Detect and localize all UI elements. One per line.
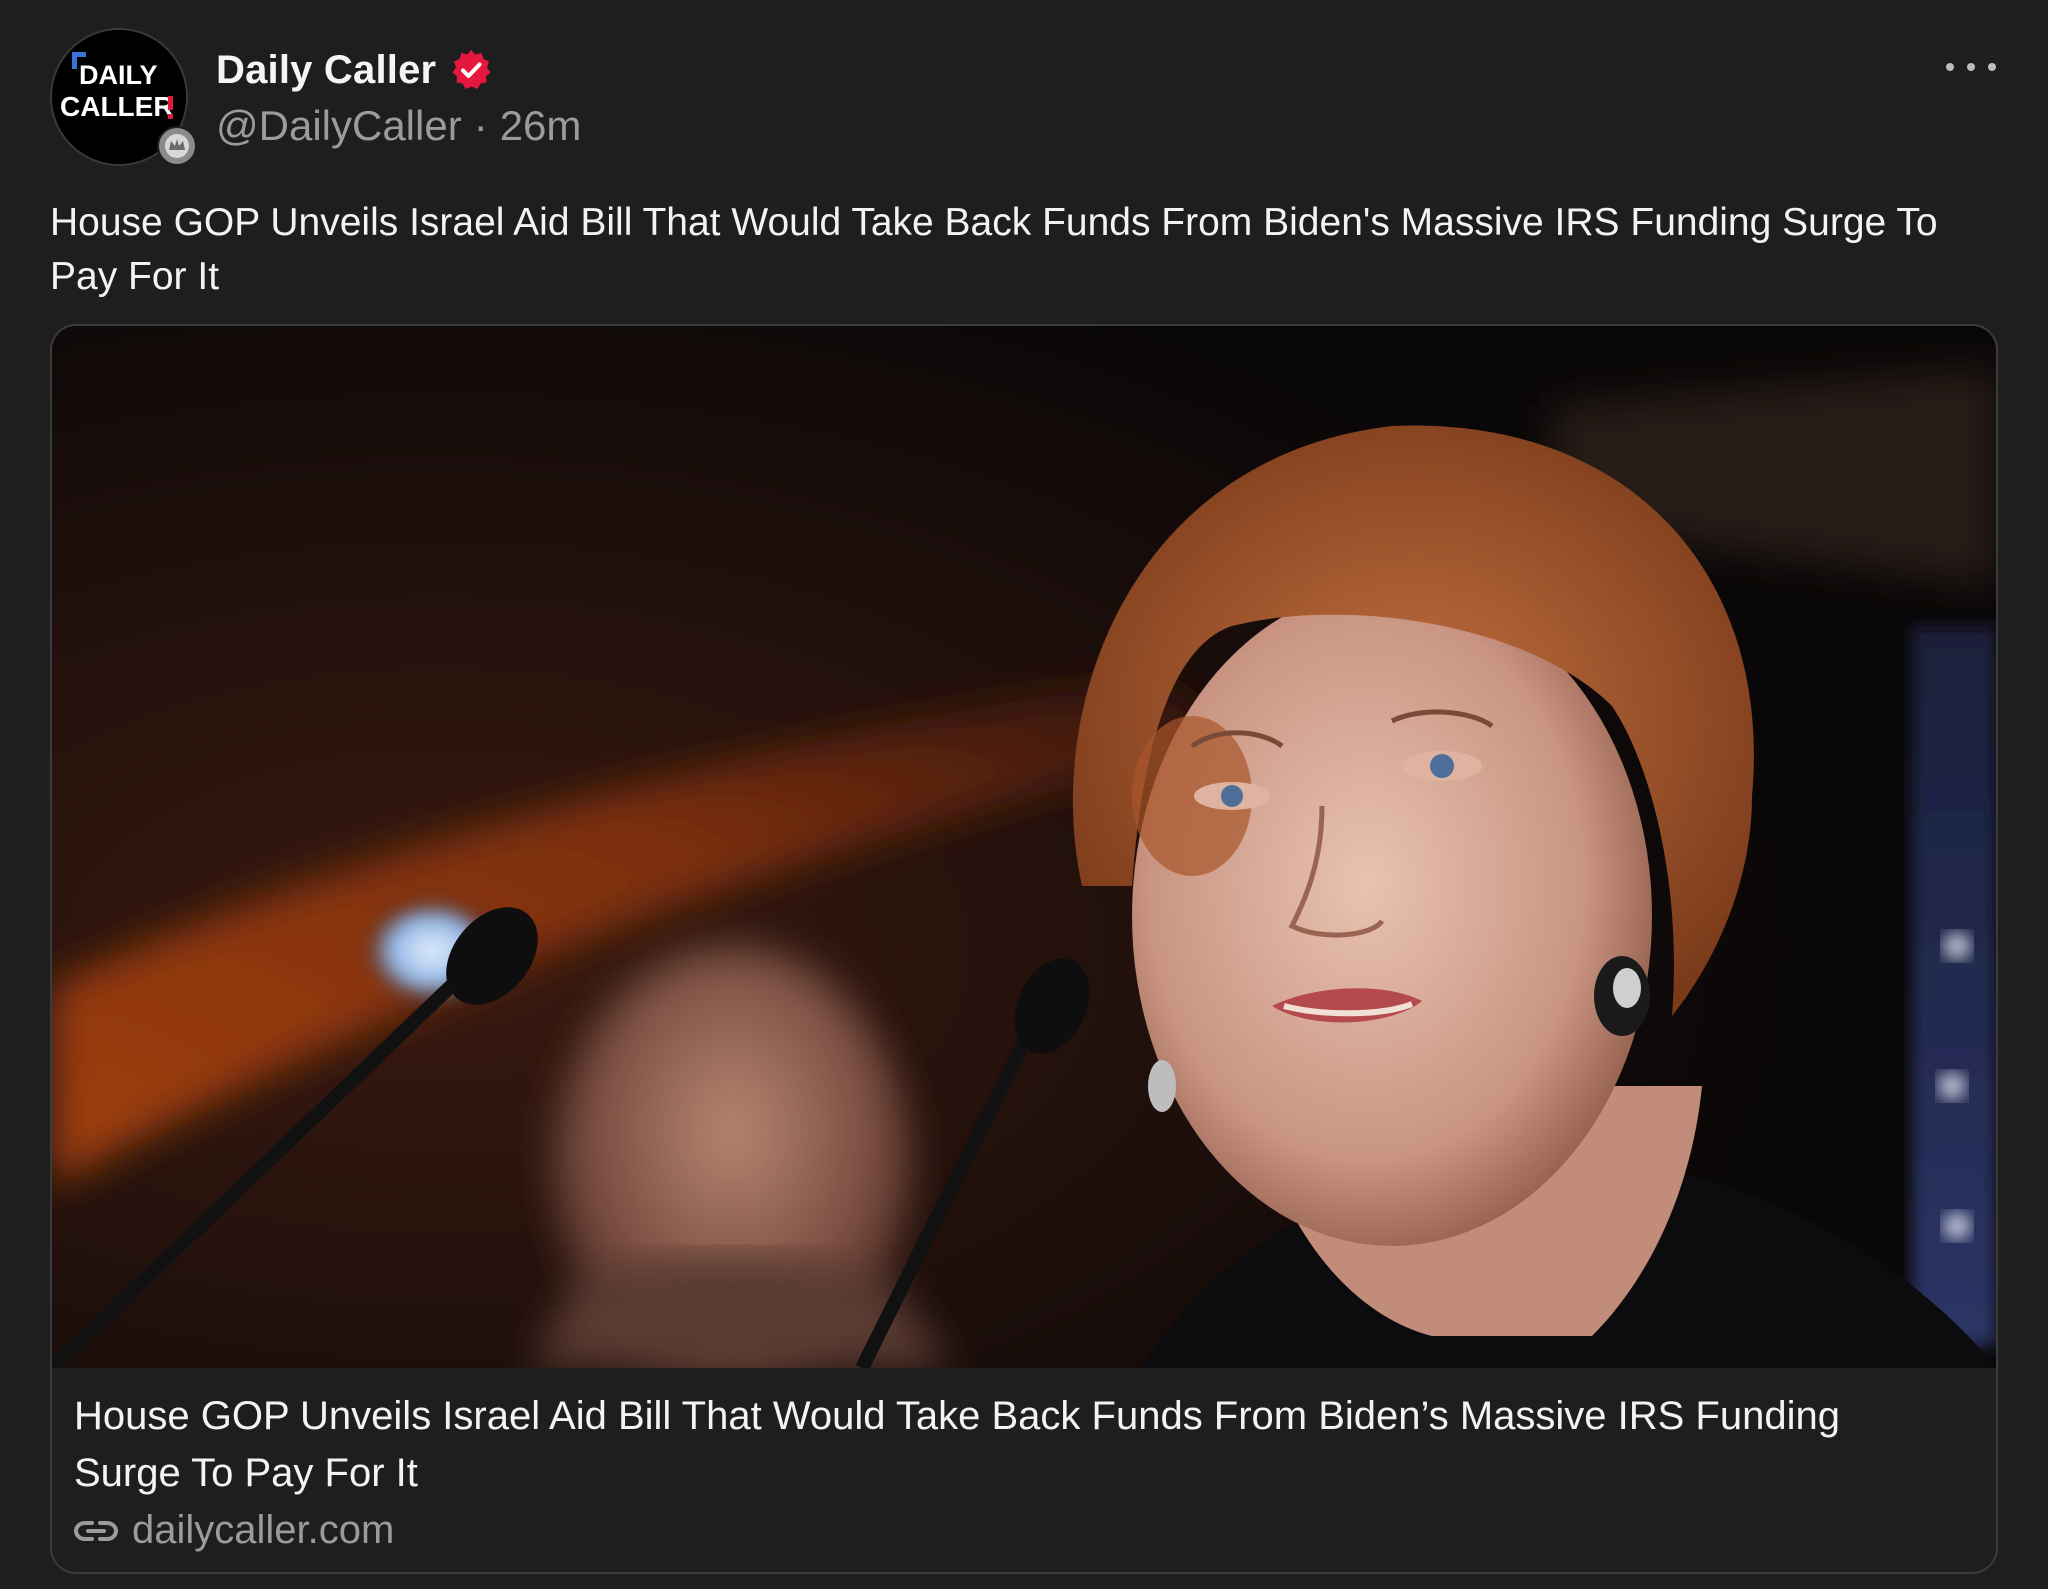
more-dot [1946, 63, 1954, 71]
post-container: DAILY CALLER Daily Caller @DailyCaller ·… [0, 0, 2048, 1589]
svg-text:DAILY: DAILY [79, 60, 158, 90]
avatar[interactable]: DAILY CALLER [50, 28, 197, 166]
article-photo [52, 326, 1996, 1368]
more-options-icon[interactable] [1946, 50, 1996, 84]
link-preview-card[interactable]: House GOP Unveils Israel Aid Bill That W… [50, 324, 1998, 1574]
affiliation-badge-icon [157, 126, 197, 166]
author-display-name[interactable]: Daily Caller [216, 48, 436, 93]
link-card-domain-row: dailycaller.com [74, 1508, 394, 1553]
post-text: House GOP Unveils Israel Aid Bill That W… [50, 201, 1938, 298]
svg-text:CALLER: CALLER [60, 91, 174, 122]
link-card-title[interactable]: House GOP Unveils Israel Aid Bill That W… [74, 1388, 1954, 1502]
author-meta-row: @DailyCaller · 26m [216, 102, 581, 150]
verified-badge-icon [452, 50, 491, 89]
post-timestamp[interactable]: 26m [500, 102, 582, 150]
author-name-row: Daily Caller [216, 44, 492, 96]
author-handle[interactable]: @DailyCaller [216, 102, 462, 150]
meta-separator: · [473, 102, 488, 149]
more-dot [1967, 63, 1975, 71]
more-dot [1988, 63, 1996, 71]
link-icon [74, 1520, 118, 1541]
link-card-domain[interactable]: dailycaller.com [132, 1508, 394, 1553]
